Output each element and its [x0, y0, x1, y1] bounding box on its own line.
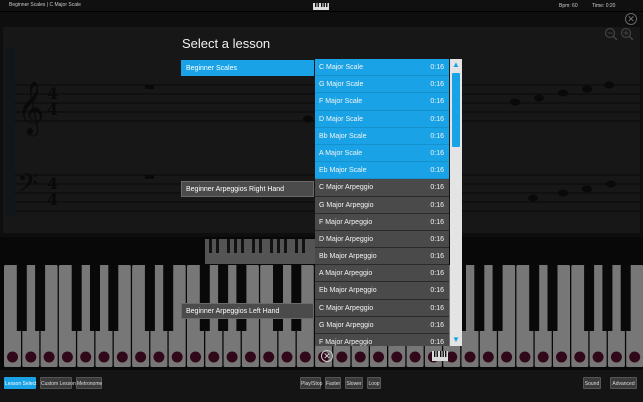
bpm-readout: Bpm: 60: [559, 3, 578, 9]
lesson-row[interactable]: Eb Major Scale 0:16: [315, 162, 449, 180]
play-stop-button[interactable]: Play/Stop: [300, 377, 322, 389]
lesson-duration: 0:16: [430, 235, 444, 243]
lesson-row[interactable]: Bb Major Arpeggio 0:16: [315, 248, 449, 266]
lesson-duration: 0:16: [430, 132, 444, 140]
lesson-name: A Major Scale: [319, 149, 363, 157]
lesson-name: Eb Major Scale: [319, 167, 367, 175]
lesson-name: F Major Scale: [319, 98, 363, 106]
lesson-row[interactable]: D Major Scale 0:16: [315, 110, 449, 128]
lesson-row[interactable]: C Major Arpeggio 0:16: [315, 299, 449, 317]
piano-icon[interactable]: [432, 351, 448, 361]
lesson-row[interactable]: Eb Major Arpeggio 0:16: [315, 282, 449, 300]
custom-lesson-button[interactable]: Custom Lesson: [40, 377, 76, 389]
close-dialog-icon[interactable]: ✕: [321, 350, 333, 362]
bottom-toolbar: Lesson Select Custom Lesson Metronome Pl…: [0, 370, 643, 402]
lesson-duration: 0:16: [430, 98, 444, 106]
metronome-button[interactable]: Metronome: [76, 377, 102, 389]
lesson-row[interactable]: G Major Scale 0:16: [315, 76, 449, 94]
lesson-duration: 0:16: [430, 339, 444, 346]
lesson-name: G Major Arpeggio: [319, 201, 374, 209]
lesson-duration: 0:16: [430, 201, 444, 209]
loop-button[interactable]: Loop: [367, 377, 381, 389]
piano-icon[interactable]: [313, 3, 329, 10]
lesson-row[interactable]: A Major Arpeggio 0:16: [315, 265, 449, 283]
lesson-name: Bb Major Scale: [319, 132, 367, 140]
lesson-name: C Major Scale: [319, 64, 363, 71]
lesson-row[interactable]: F Major Scale 0:16: [315, 93, 449, 111]
lesson-row[interactable]: F Major Arpeggio 0:16: [315, 334, 449, 346]
select-lesson-button[interactable]: Lesson Select: [4, 377, 36, 389]
scroll-down-icon[interactable]: ▼: [451, 335, 461, 345]
lesson-name: C Major Arpeggio: [319, 304, 374, 312]
category-arpeggios-right-hand[interactable]: Beginner Arpeggios Right Hand: [181, 181, 314, 197]
lesson-row[interactable]: C Major Scale 0:16: [315, 59, 449, 77]
lesson-name: Bb Major Arpeggio: [319, 253, 377, 261]
advanced-button[interactable]: Advanced: [610, 377, 637, 389]
lesson-duration: 0:16: [430, 253, 444, 261]
lesson-name: F Major Arpeggio: [319, 339, 373, 346]
category-beginner-scales[interactable]: Beginner Scales: [181, 60, 314, 76]
lesson-row[interactable]: G Major Arpeggio 0:16: [315, 196, 449, 214]
lesson-duration: 0:16: [430, 287, 444, 295]
lesson-name: Eb Major Arpeggio: [319, 287, 377, 295]
lesson-duration: 0:16: [430, 218, 444, 226]
sound-button[interactable]: Sound: [583, 377, 601, 389]
lesson-name: D Major Arpeggio: [319, 235, 374, 243]
lesson-name: C Major Arpeggio: [319, 184, 374, 192]
lesson-duration: 0:16: [430, 184, 444, 192]
lesson-row[interactable]: F Major Arpeggio 0:16: [315, 213, 449, 231]
lesson-scrollbar[interactable]: ▲ ▼: [450, 59, 462, 346]
lesson-name: G Major Arpeggio: [319, 321, 374, 329]
lesson-row[interactable]: D Major Arpeggio 0:16: [315, 230, 449, 249]
lesson-duration: 0:16: [430, 81, 444, 89]
lesson-name: A Major Arpeggio: [319, 270, 373, 278]
category-arpeggios-left-hand[interactable]: Beginner Arpeggios Left Hand: [181, 303, 314, 319]
lesson-duration: 0:16: [430, 115, 444, 123]
scroll-up-icon[interactable]: ▲: [451, 60, 461, 70]
scroll-thumb[interactable]: [452, 73, 460, 147]
lesson-row[interactable]: C Major Arpeggio 0:16: [315, 179, 449, 197]
lesson-duration: 0:16: [430, 64, 444, 71]
lesson-list[interactable]: C Major Scale 0:16 G Major Scale 0:16 F Majo…: [315, 59, 449, 346]
lesson-row[interactable]: Bb Major Scale 0:16: [315, 127, 449, 145]
lesson-duration: 0:16: [430, 304, 444, 312]
lesson-name: D Major Scale: [319, 115, 363, 123]
lesson-name: G Major Scale: [319, 81, 364, 89]
dialog-title: Select a lesson: [182, 36, 271, 51]
slower-button[interactable]: Slower: [345, 377, 363, 389]
lesson-duration: 0:16: [430, 321, 444, 329]
lesson-duration: 0:16: [430, 167, 444, 175]
lesson-duration: 0:16: [430, 270, 444, 278]
lesson-path: Beginner Scales | C Major Scale: [9, 2, 81, 8]
lesson-row[interactable]: A Major Scale 0:16: [315, 144, 449, 163]
lesson-duration: 0:16: [430, 149, 444, 157]
time-readout: Time: 0:20: [592, 3, 616, 9]
lesson-name: F Major Arpeggio: [319, 218, 373, 226]
lesson-row[interactable]: G Major Arpeggio 0:16: [315, 316, 449, 334]
top-bar: Beginner Scales | C Major Scale Bpm: 60 …: [0, 0, 643, 12]
faster-button[interactable]: Faster: [325, 377, 341, 389]
